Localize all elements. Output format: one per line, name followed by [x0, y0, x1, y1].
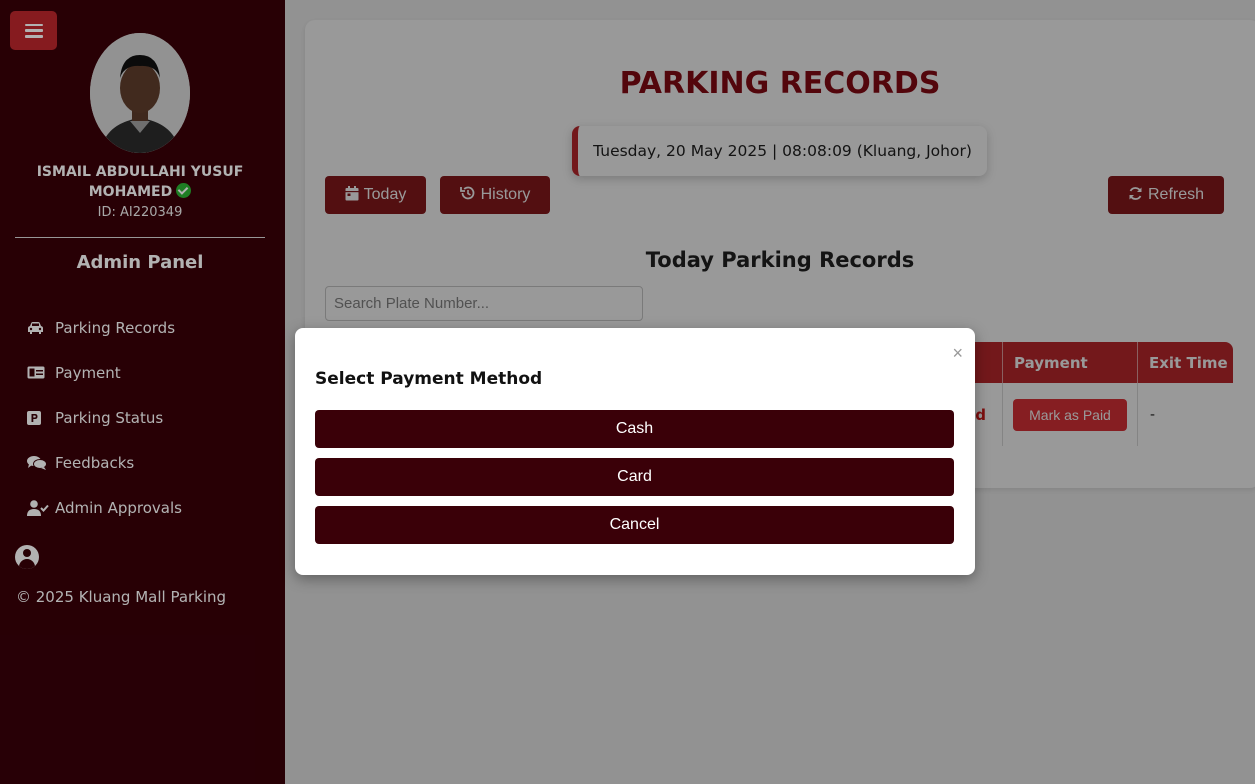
cancel-button[interactable]: Cancel [315, 506, 954, 544]
cash-button[interactable]: Cash [315, 410, 954, 448]
card-button[interactable]: Card [315, 458, 954, 496]
sidebar-backdrop [0, 0, 285, 784]
modal-title: Select Payment Method [315, 369, 543, 389]
payment-method-modal: × Select Payment Method Cash Card Cancel [295, 328, 975, 575]
close-icon[interactable]: × [952, 344, 963, 362]
